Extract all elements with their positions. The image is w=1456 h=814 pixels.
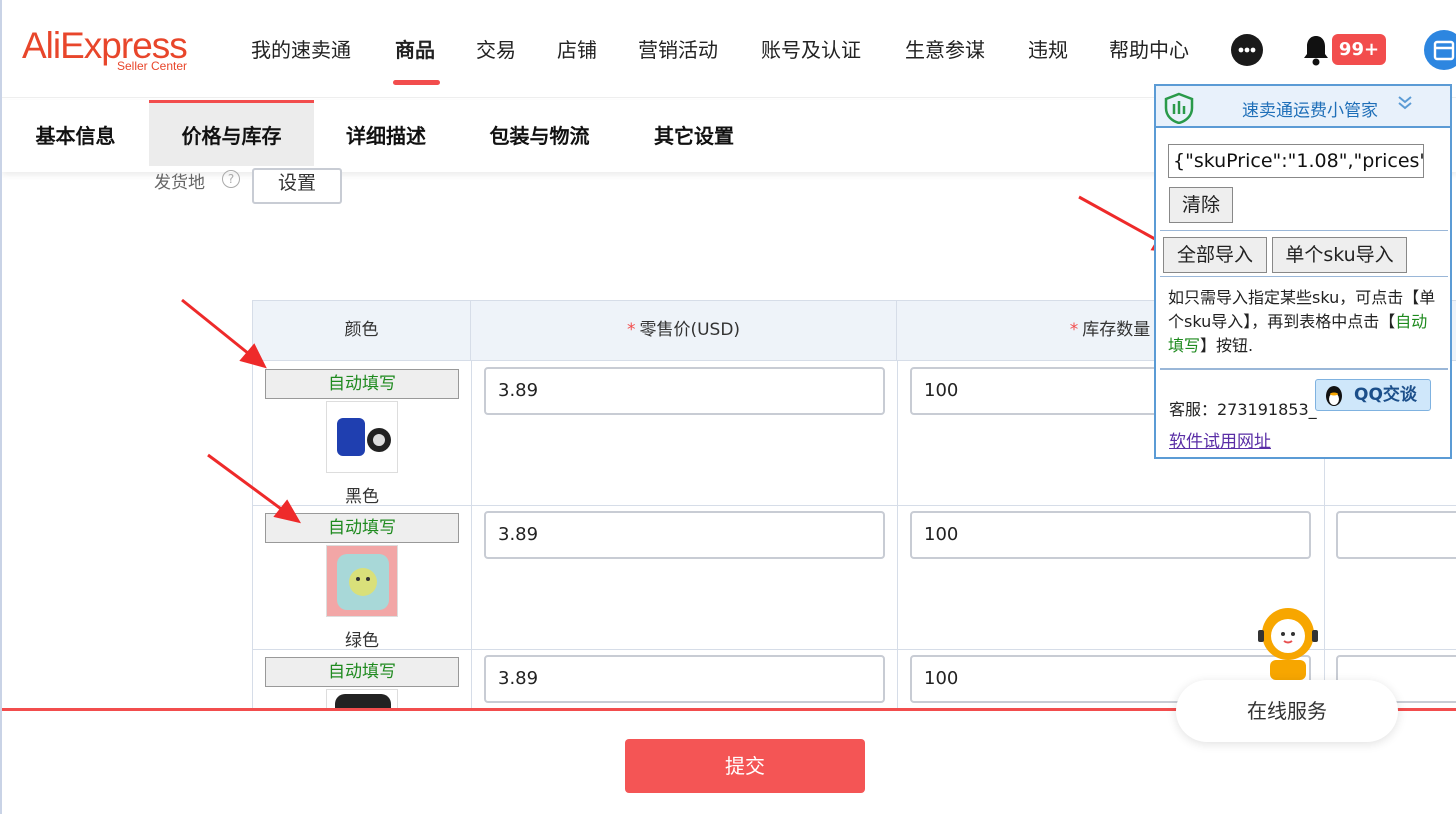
header-price: * 零售价(USD) [471, 301, 897, 361]
nav-orders[interactable]: 交易 [476, 36, 516, 64]
sku-color-label: 黑色 [345, 487, 379, 507]
nav-business-advisor[interactable]: 生意参谋 [905, 36, 985, 64]
help-icon[interactable]: ? [222, 170, 240, 188]
price-input[interactable]: 3.89 [484, 511, 885, 559]
collapse-chevron-icon[interactable] [1396, 94, 1414, 112]
plugin-shield-icon [1164, 92, 1194, 125]
header-stock-label: 库存数量 [1082, 320, 1151, 340]
nav-marketing[interactable]: 营销活动 [638, 36, 718, 64]
qq-chat-label: QQ交谈 [1354, 385, 1417, 405]
auto-fill-button[interactable]: 自动填写 [265, 369, 459, 399]
plugin-divider [1160, 368, 1448, 370]
required-mark: * [1069, 320, 1079, 340]
online-service-button[interactable]: 在线服务 [1176, 680, 1398, 742]
qq-penguin-icon [1326, 386, 1342, 406]
header-price-label: 零售价(USD) [639, 320, 741, 340]
auto-fill-button[interactable]: 自动填写 [265, 657, 459, 687]
sku-color-label: 绿色 [345, 631, 379, 651]
column-divider [897, 361, 898, 721]
plugin-instructions: 如只需导入指定某些sku，可点击【单个sku导入】，再到表格中点击【自动填写】按… [1168, 286, 1443, 358]
nav-active-indicator [393, 80, 440, 85]
required-mark: * [626, 320, 636, 340]
tabs-overlay [2, 100, 1152, 172]
aliexpress-logo[interactable]: AliExpress Seller Center [22, 26, 212, 76]
submit-button[interactable]: 提交 [625, 739, 865, 793]
column-divider [471, 361, 472, 721]
price-input[interactable]: 3.89 [484, 367, 885, 415]
clear-button[interactable]: 清除 [1169, 187, 1233, 223]
plugin-divider [1160, 276, 1448, 277]
nav-violations[interactable]: 违规 [1028, 36, 1068, 64]
ship-from-set-button[interactable]: 设置 [252, 168, 342, 204]
customer-service-label: 客服：273191853_ [1169, 400, 1317, 419]
import-all-button[interactable]: 全部导入 [1163, 237, 1267, 273]
sku-thumbnail[interactable] [326, 545, 398, 617]
nav-account[interactable]: 账号及认证 [761, 36, 861, 64]
store-icon[interactable] [1424, 30, 1456, 70]
stock-input[interactable]: 100 [910, 511, 1311, 559]
logo-subtext: Seller Center [117, 59, 188, 73]
notification-badge: 99+ [1332, 34, 1386, 65]
price-input[interactable]: 3.89 [484, 655, 885, 703]
note-text-end: 】按钮. [1200, 336, 1254, 355]
import-single-sku-button[interactable]: 单个sku导入 [1272, 237, 1407, 273]
nav-my-aliexpress[interactable]: 我的速卖通 [251, 36, 351, 64]
row-divider [252, 505, 1456, 506]
plugin-title: 速卖通运费小管家 [1242, 101, 1378, 121]
header-color: 颜色 [253, 301, 471, 361]
nav-help-center[interactable]: 帮助中心 [1109, 36, 1189, 64]
plugin-divider [1160, 230, 1448, 231]
auto-fill-button[interactable]: 自动填写 [265, 513, 459, 543]
nav-store[interactable]: 店铺 [557, 36, 597, 64]
qq-chat-button[interactable]: QQ交谈 [1315, 379, 1431, 411]
robot-mascot-icon[interactable] [1256, 604, 1320, 680]
nav-products[interactable]: 商品 [395, 36, 435, 64]
message-icon[interactable] [1231, 34, 1263, 66]
bell-icon[interactable] [1300, 33, 1332, 67]
sku-json-input[interactable]: {"skuPrice":"1.08","prices":[{ [1168, 144, 1424, 178]
sku-thumbnail[interactable] [326, 401, 398, 473]
extra-input[interactable] [1336, 511, 1456, 559]
trial-url-link[interactable]: 软件试用网址 [1169, 427, 1271, 452]
